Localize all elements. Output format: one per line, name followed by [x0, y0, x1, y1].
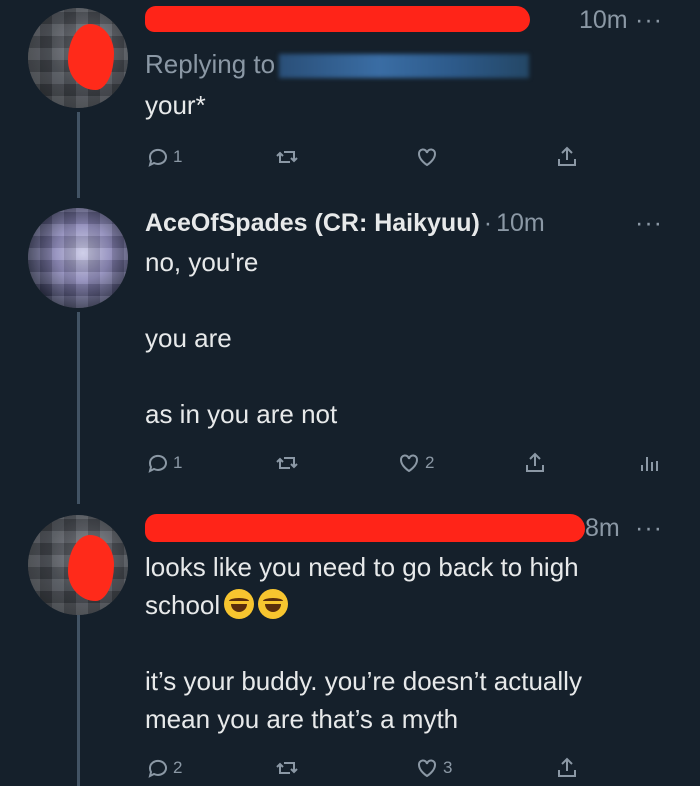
like-count: 3 — [443, 758, 453, 777]
separator: · — [483, 209, 493, 237]
replying-to-label: Replying to — [145, 49, 276, 79]
avatar[interactable] — [28, 208, 128, 308]
tweet-time[interactable]: 10m — [579, 0, 628, 40]
more-options-icon[interactable]: ··· — [635, 203, 663, 243]
tweet-header: 10m ··· — [145, 0, 670, 40]
redacted-name — [145, 514, 585, 542]
analytics-icon — [641, 457, 658, 471]
share-button[interactable] — [523, 446, 547, 480]
like-button[interactable]: 3 — [415, 751, 452, 785]
reply-icon — [148, 759, 167, 778]
like-button[interactable]: 2 — [397, 446, 434, 480]
share-icon — [526, 452, 544, 472]
retweet-button[interactable] — [275, 140, 299, 174]
retweet-button[interactable] — [275, 751, 299, 785]
retweet-button[interactable] — [275, 446, 299, 480]
tweet-actions: 1 2 — [145, 446, 665, 480]
reply-icon — [148, 148, 167, 167]
share-button[interactable] — [555, 140, 579, 174]
display-name[interactable]: AceOfSpades (CR: Haikyuu) — [145, 209, 480, 237]
reply-count: 1 — [173, 453, 183, 472]
replying-to: Replying to — [145, 46, 670, 82]
redaction-mark — [68, 535, 114, 601]
reply-count: 1 — [173, 147, 183, 166]
retweet-icon — [276, 151, 298, 163]
tweet-text: no, you're you are as in you are not — [145, 243, 670, 433]
tweet-line: looks like you need to go back to high — [145, 552, 579, 582]
analytics-button[interactable] — [637, 446, 661, 480]
avatar[interactable] — [28, 8, 128, 108]
tweet-line: you are — [145, 323, 232, 353]
tweet-text: looks like you need to go back to high s… — [145, 548, 670, 738]
tweet-header: AceOfSpades (CR: Haikyuu) · 10m ··· — [145, 203, 670, 243]
tweet-actions: 2 3 — [145, 751, 595, 785]
like-count: 2 — [425, 453, 435, 472]
reply-button[interactable]: 2 — [145, 751, 182, 785]
redacted-handle[interactable] — [279, 54, 530, 79]
reply-count: 2 — [173, 758, 183, 777]
avatar[interactable] — [28, 515, 128, 615]
tweet-line: no, you're — [145, 247, 259, 277]
laughing-emoji-icon — [224, 589, 255, 619]
redacted-name — [145, 6, 530, 32]
share-icon — [558, 146, 576, 166]
heart-icon — [418, 759, 436, 778]
like-button[interactable] — [415, 140, 439, 174]
tweet-line: it’s your buddy. you’re doesn’t actually — [145, 666, 582, 696]
more-options-icon[interactable]: ··· — [635, 508, 663, 548]
reply-button[interactable]: 1 — [145, 140, 182, 174]
redaction-mark — [68, 24, 114, 90]
heart-icon — [400, 454, 418, 473]
tweet-line: school — [145, 590, 221, 620]
thread-line-2 — [77, 312, 80, 504]
thread-line-1 — [77, 112, 80, 198]
thread-line-3 — [77, 610, 80, 786]
tweet-line: your* — [145, 90, 206, 120]
tweet-line-with-emoji: school — [145, 586, 670, 624]
share-icon — [558, 757, 576, 777]
heart-icon — [418, 148, 436, 167]
share-button[interactable] — [555, 751, 579, 785]
tweet-time[interactable]: 10m — [496, 209, 545, 237]
tweet-line: mean you are that’s a myth — [145, 704, 459, 734]
tweet-text: your* — [145, 86, 670, 124]
laughing-emoji-icon — [258, 589, 289, 619]
tweet-time[interactable]: 8m — [585, 508, 620, 548]
retweet-icon — [276, 457, 298, 469]
reply-icon — [148, 454, 167, 473]
tweet-actions: 1 — [145, 140, 595, 174]
tweet-header: 8m ··· — [145, 508, 670, 548]
tweet-line: as in you are not — [145, 399, 338, 429]
reply-button[interactable]: 1 — [145, 446, 182, 480]
retweet-icon — [276, 762, 298, 774]
more-options-icon[interactable]: ··· — [635, 0, 663, 40]
